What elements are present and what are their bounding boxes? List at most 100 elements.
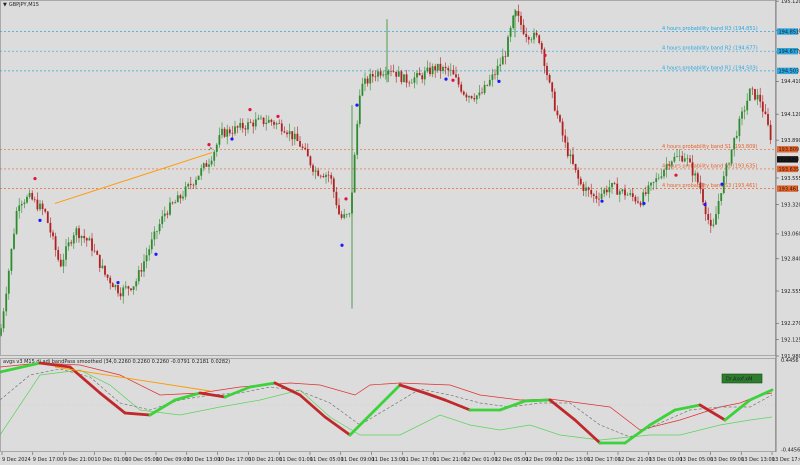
candle-body [236, 126, 239, 128]
candle-body [265, 122, 268, 125]
candle-body [262, 117, 265, 125]
candle-body [488, 79, 491, 86]
candle-body [741, 111, 743, 119]
candle-body [400, 71, 403, 83]
candle-body [709, 219, 712, 226]
candle-body [96, 251, 99, 255]
osc-main-segment [548, 398, 577, 422]
candle-body [169, 202, 171, 215]
candle-body [408, 82, 411, 84]
candle-body [369, 74, 372, 84]
band-label-2: 4 hours probability band R1 (194.503) [662, 65, 758, 71]
candle-body [36, 199, 39, 210]
candle-body [260, 117, 262, 119]
candle-body [618, 191, 621, 195]
candle-body [174, 202, 177, 204]
y-tick-label: 193.060 [781, 232, 800, 238]
candle-body [5, 293, 8, 312]
chevron-down-icon[interactable]: ▼ [3, 2, 7, 8]
candle-body [442, 66, 444, 71]
candle-body [7, 270, 10, 294]
osc-main-segment [68, 365, 102, 395]
candle-body [592, 194, 595, 197]
x-tick-label: 11 Dec 21:00 [433, 457, 467, 463]
candle-body [650, 182, 652, 186]
candle-body [717, 200, 720, 215]
candle-body [616, 183, 619, 195]
price-badge-label: 194.677 [779, 49, 800, 55]
candle-body [62, 259, 65, 267]
candle-body [65, 246, 67, 260]
candle-body [587, 187, 590, 191]
candle-body [561, 121, 564, 136]
candle-body [15, 211, 18, 234]
candle-body [182, 196, 184, 199]
candle-body [634, 196, 637, 202]
y-tick-label: 193.890 [781, 138, 800, 144]
candle-body [715, 214, 717, 225]
candle-body [696, 173, 699, 183]
candle-body [137, 270, 140, 282]
candle-body [657, 177, 660, 179]
candle-body [57, 250, 60, 260]
candle-body [338, 205, 340, 215]
candle-body [522, 24, 525, 35]
candle-body [582, 184, 585, 191]
candle-body [379, 71, 382, 76]
candle-body [195, 179, 197, 185]
candle-body [41, 203, 44, 210]
candle-body [319, 175, 322, 177]
signal-dot-red [451, 78, 455, 82]
candle-body [111, 283, 114, 288]
x-tick-label: 10 Dec 05:00 [125, 457, 159, 463]
candle-body [23, 202, 26, 204]
candle-body [322, 176, 325, 178]
candle-body [764, 111, 767, 115]
price-chart[interactable]: 4 hours probability band R3 (194.851) 4 h… [0, 0, 800, 465]
candle-body [150, 239, 153, 250]
candle-body [517, 11, 520, 16]
candle-body [660, 176, 663, 178]
candle-body [556, 110, 559, 116]
chart-title-bar[interactable]: ▼ GBPJPY,M15 [3, 2, 39, 8]
osc-badge-label: Dr.Asof.xM [726, 377, 752, 383]
candle-body [327, 174, 330, 176]
x-tick-label: 10 Dec 09:00 [156, 457, 190, 463]
y-tick-label: 194.120 [781, 112, 800, 118]
candle-body [387, 70, 390, 75]
candle-body [145, 255, 148, 262]
osc-trendline[interactable] [54, 366, 211, 392]
candle-body [548, 75, 551, 83]
price-badge-label: 193.809 [779, 147, 800, 153]
trendline[interactable] [54, 152, 213, 204]
candle-body [725, 164, 728, 177]
candle-body [501, 56, 504, 65]
candle-body [179, 195, 182, 199]
candle-body [218, 135, 221, 145]
signal-dot-blue [444, 77, 448, 81]
candle-body [114, 285, 117, 288]
candle-body [140, 270, 143, 272]
candle-body [83, 235, 86, 239]
y-tick-label: 192.125 [781, 337, 800, 343]
candle-body [377, 71, 379, 77]
candle-body [670, 161, 673, 166]
signal-dot-blue [600, 199, 604, 203]
candle-body [98, 254, 101, 268]
candle-body [512, 15, 515, 28]
candle-body [13, 233, 15, 249]
candle-body [163, 213, 166, 217]
candle-body [312, 165, 314, 172]
candle-body [603, 189, 606, 194]
price-badge-label: 194.503 [779, 69, 800, 75]
candle-body [691, 162, 694, 176]
candle-body [158, 224, 161, 232]
candle-body [637, 201, 639, 203]
candle-body [176, 195, 179, 203]
candle-body [533, 32, 535, 40]
candle-body [153, 231, 156, 240]
candle-body [239, 122, 242, 128]
signal-dot-blue [116, 280, 120, 285]
signal-dot-red [543, 53, 547, 57]
band-label-3: 4 hours probability band S1 (193.809) [662, 144, 757, 150]
